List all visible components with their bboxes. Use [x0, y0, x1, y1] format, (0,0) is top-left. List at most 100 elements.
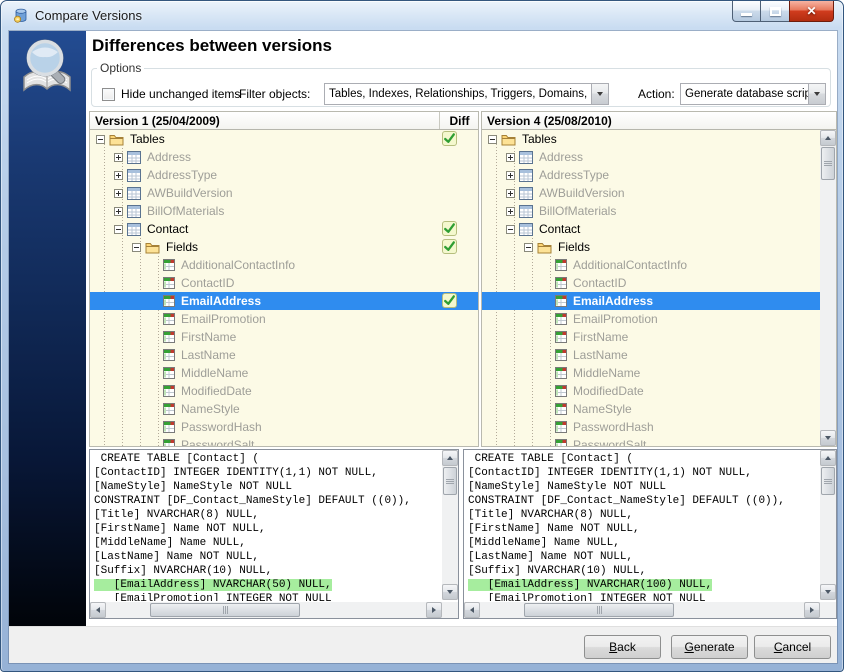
back-button[interactable]: Back [584, 635, 661, 659]
collapse-toggle[interactable] [96, 135, 105, 144]
tree-item-additionalcontactinfo[interactable]: AdditionalContactInfo [90, 256, 478, 274]
tree-item-firstname[interactable]: FirstName [482, 328, 820, 346]
collapse-toggle[interactable] [524, 243, 533, 252]
action-dropdown-button[interactable] [808, 84, 825, 104]
expand-toggle[interactable] [506, 189, 515, 198]
scroll-left-button[interactable] [90, 602, 106, 618]
thumb-grip [446, 479, 454, 484]
tree-item-contactid[interactable]: ContactID [482, 274, 820, 292]
horizontal-scrollbar[interactable] [464, 602, 820, 618]
tree-item-passwordsalt[interactable]: PasswordSalt [90, 436, 478, 446]
expand-toggle[interactable] [114, 207, 123, 216]
scroll-down-button[interactable] [820, 430, 836, 446]
filter-dropdown-button[interactable] [591, 84, 608, 104]
sql-line: [MiddleName] Name NULL, [94, 536, 441, 550]
expand-toggle[interactable] [506, 207, 515, 216]
tree-item-lastname[interactable]: LastName [90, 346, 478, 364]
scrollbar-thumb[interactable] [821, 467, 835, 495]
scroll-up-button[interactable] [442, 450, 458, 466]
tree-item-awbuildversion[interactable]: AWBuildVersion [482, 184, 820, 202]
tree-item-modifieddate[interactable]: ModifiedDate [482, 382, 820, 400]
maximize-button[interactable] [761, 1, 789, 22]
tree-item-label: EmailAddress [571, 294, 655, 308]
collapse-toggle[interactable] [132, 243, 141, 252]
version1-tree[interactable]: Tables Address AddressTypeAWBuildVersionBi… [90, 130, 478, 446]
tree-item-emailpromotion[interactable]: EmailPromotion [482, 310, 820, 328]
version1-sql-panel[interactable]: CREATE TABLE [Contact] ([ContactID] INTE… [89, 449, 459, 619]
tree-item-address[interactable]: Address [482, 148, 820, 166]
tree-item-address[interactable]: Address [90, 148, 478, 166]
scroll-up-button[interactable] [820, 130, 836, 146]
scroll-up-button[interactable] [820, 450, 836, 466]
expand-toggle[interactable] [114, 189, 123, 198]
scrollbar-thumb[interactable] [443, 467, 457, 495]
cancel-button[interactable]: Cancel [754, 635, 831, 659]
tree-item-contact[interactable]: Contact [90, 220, 478, 238]
scrollbar-thumb[interactable] [150, 603, 300, 617]
collapse-toggle[interactable] [488, 135, 497, 144]
sql-line: [NameStyle] NameStyle NOT NULL [468, 480, 819, 494]
tree-item-emailpromotion[interactable]: EmailPromotion [90, 310, 478, 328]
sql-line: [Title] NVARCHAR(8) NULL, [94, 508, 441, 522]
expand-toggle[interactable] [506, 171, 515, 180]
action-combobox[interactable]: Generate database script [680, 83, 826, 105]
tree-item-namestyle[interactable]: NameStyle [90, 400, 478, 418]
scroll-left-button[interactable] [464, 602, 480, 618]
tree-item-passwordhash[interactable]: PasswordHash [482, 418, 820, 436]
close-button[interactable]: ✕ [789, 1, 834, 22]
tree-item-additionalcontactinfo[interactable]: AdditionalContactInfo [482, 256, 820, 274]
tree-item-middlename[interactable]: MiddleName [482, 364, 820, 382]
arrow-down-icon [825, 436, 831, 440]
tree-item-awbuildversion[interactable]: AWBuildVersion [90, 184, 478, 202]
expand-toggle[interactable] [114, 171, 123, 180]
tree-item-fields[interactable]: Fields [90, 238, 478, 256]
field-icon [163, 367, 175, 379]
tree-item-billofmaterials[interactable]: BillOfMaterials [90, 202, 478, 220]
tree-item-middlename[interactable]: MiddleName [90, 364, 478, 382]
version4-tree[interactable]: TablesAddressAddressTypeAWBuildVersionBi… [482, 130, 836, 446]
filter-objects-combobox[interactable]: Tables, Indexes, Relationships, Triggers… [324, 83, 609, 105]
scroll-down-button[interactable] [820, 584, 836, 600]
hide-unchanged-checkbox[interactable] [102, 88, 115, 101]
expand-toggle[interactable] [114, 153, 123, 162]
vertical-scrollbar[interactable] [820, 450, 836, 600]
scroll-right-button[interactable] [804, 602, 820, 618]
vertical-scrollbar[interactable] [820, 130, 836, 446]
tree-item-contactid[interactable]: ContactID [90, 274, 478, 292]
tree-item-tables[interactable]: Tables [90, 130, 478, 148]
tree-item-label: NameStyle [571, 402, 634, 416]
scroll-down-button[interactable] [442, 584, 458, 600]
collapse-toggle[interactable] [114, 225, 123, 234]
vertical-scrollbar[interactable] [442, 450, 458, 600]
tree-item-emailaddress[interactable]: EmailAddress [482, 292, 820, 310]
tree-item-emailaddress[interactable]: EmailAddress [90, 292, 478, 310]
collapse-toggle[interactable] [506, 225, 515, 234]
scrollbar-thumb[interactable] [821, 147, 835, 180]
scroll-right-button[interactable] [426, 602, 442, 618]
tree-item-contact[interactable]: Contact [482, 220, 820, 238]
tree-item-modifieddate[interactable]: ModifiedDate [90, 382, 478, 400]
field-icon [555, 259, 567, 271]
tree-item-tables[interactable]: Tables [482, 130, 820, 148]
tree-item-firstname[interactable]: FirstName [90, 328, 478, 346]
tree-item-addresstype[interactable]: AddressType [90, 166, 478, 184]
arrow-right-icon [432, 607, 436, 613]
tree-item-lastname[interactable]: LastName [482, 346, 820, 364]
tree-item-passwordsalt[interactable]: PasswordSalt [482, 436, 820, 446]
tree-item-addresstype[interactable]: AddressType [482, 166, 820, 184]
version4-sql-panel[interactable]: CREATE TABLE [Contact] ([ContactID] INTE… [463, 449, 837, 619]
window-title: Compare Versions [35, 1, 142, 30]
tree-item-namestyle[interactable]: NameStyle [482, 400, 820, 418]
tree-item-billofmaterials[interactable]: BillOfMaterials [482, 202, 820, 220]
titlebar[interactable]: Compare Versions ✕ [1, 1, 843, 31]
tree-item-label: Address [145, 150, 193, 164]
scrollbar-thumb[interactable] [524, 603, 674, 617]
generate-button[interactable]: Generate [671, 635, 748, 659]
tree-item-passwordhash[interactable]: PasswordHash [90, 418, 478, 436]
horizontal-scrollbar[interactable] [90, 602, 442, 618]
expand-toggle[interactable] [506, 153, 515, 162]
tree-item-fields[interactable]: Fields [482, 238, 820, 256]
minimize-button[interactable] [732, 1, 761, 22]
footer-bar: Back Generate Cancel [9, 626, 837, 663]
version1-tree-header: Version 1 (25/04/2009) Diff [90, 112, 478, 130]
